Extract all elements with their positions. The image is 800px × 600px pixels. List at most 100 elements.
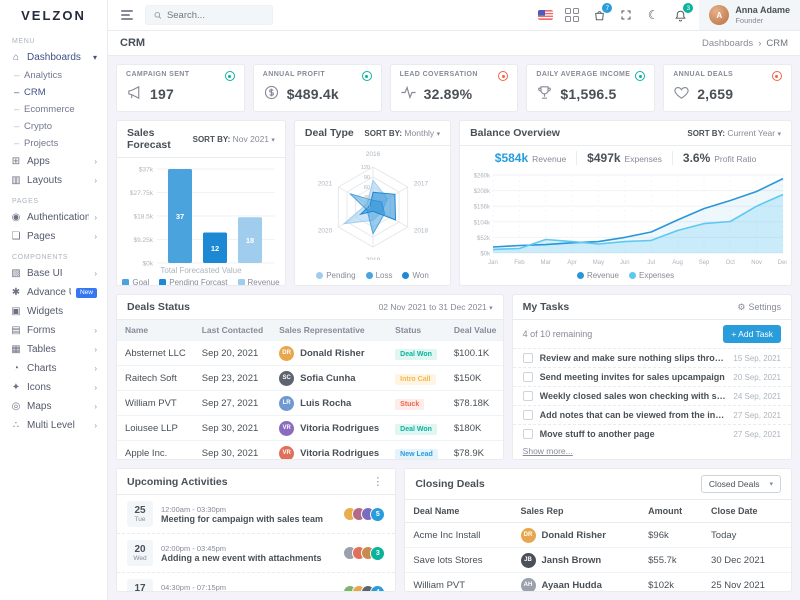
sidebar-item-maps[interactable]: ◎Maps› — [0, 397, 107, 416]
deal-name-cell: Loiusee LLP — [117, 416, 194, 441]
trend-up-icon — [225, 71, 235, 81]
breadcrumb-current: CRM — [766, 38, 788, 49]
rep-name: Donald Risher — [542, 530, 606, 541]
deal-type-sort-dropdown[interactable]: SORT BY: Monthly ▾ — [364, 128, 440, 138]
closed-deals-select[interactable]: Closed Deals▾ — [701, 475, 781, 493]
my-tasks-card: My Tasks ⚙ Settings 4 of 10 remaining + … — [512, 294, 792, 460]
sidebar-item-layouts[interactable]: ▥Layouts› — [0, 171, 107, 190]
breadcrumb-parent[interactable]: Dashboards — [702, 38, 753, 49]
sidebar-item-charts[interactable]: ◔Charts› — [0, 359, 107, 378]
table-row: William PVTSep 27, 2021LRLuis RochaStuck… — [117, 391, 504, 416]
cart-badge: 7 — [602, 3, 612, 13]
bottom-row: Upcoming Activities ⋮ 25Tue12:00am - 03:… — [116, 468, 792, 592]
charts-icon: ◔ — [10, 363, 22, 374]
cart-icon[interactable]: 7 — [591, 7, 607, 23]
show-more-link[interactable]: Show more... — [513, 443, 791, 460]
task-checkbox[interactable] — [523, 353, 533, 363]
deal-name-cell: William PVT — [405, 573, 512, 593]
table-row: William PVTAHAyaan Hudda$102k25 Nov 2021 — [405, 573, 791, 593]
balance-overview-legend: Revenue Expenses — [460, 268, 791, 285]
deal-name-cell: William PVT — [117, 391, 194, 416]
legend-item-loss[interactable]: Loss — [366, 271, 393, 280]
sidebar-item-advance-ui[interactable]: ✱Advance UINew — [0, 283, 107, 302]
task-checkbox[interactable] — [523, 429, 533, 439]
svg-text:90: 90 — [363, 175, 369, 181]
task-text: Send meeting invites for sales upcampaig… — [540, 372, 727, 382]
legend-item-revenue[interactable]: Revenue — [577, 271, 619, 280]
svg-text:2019: 2019 — [365, 257, 380, 260]
expenses-kpi-value: $497k — [587, 151, 620, 165]
sidebar-item-authentication[interactable]: ◉Authentication› — [0, 208, 107, 227]
task-date: 27 Sep, 2021 — [733, 411, 781, 420]
sidebar-subitem-projects[interactable]: Projects — [0, 135, 107, 152]
legend-item-pending[interactable]: Pending — [316, 271, 355, 280]
user-menu[interactable]: A Anna Adame Founder — [699, 0, 800, 30]
task-checkbox[interactable] — [523, 372, 533, 382]
svg-text:$260k: $260k — [473, 174, 490, 180]
legend-item-pending-forcast[interactable]: Pending Forcast — [159, 278, 227, 286]
search-input[interactable] — [167, 10, 264, 21]
deal-type-card: Deal Type SORT BY: Monthly ▾ 03060901202… — [294, 120, 451, 286]
dollar-circle-icon — [263, 84, 280, 104]
legend-item-goal[interactable]: Goal — [122, 278, 149, 286]
kebab-menu-icon[interactable]: ⋮ — [370, 475, 385, 488]
legend-item-revenue[interactable]: Revenue — [238, 278, 280, 286]
tasks-settings-button[interactable]: ⚙ Settings — [737, 302, 781, 313]
hamburger-menu-icon[interactable] — [118, 7, 136, 23]
sidebar-item-label: Apps — [27, 156, 89, 167]
deals-status-date-range[interactable]: 02 Nov 2021 to 31 Dec 2021 ▾ — [379, 302, 493, 312]
sidebar-item-tables[interactable]: ▦Tables› — [0, 340, 107, 359]
activity-date-box: 17Wed — [127, 579, 153, 592]
column-header-status: Status — [387, 320, 446, 341]
sales-forecast-sort-dropdown[interactable]: SORT BY: Nov 2021 ▾ — [193, 134, 275, 144]
add-task-button[interactable]: + Add Task — [723, 325, 781, 343]
sidebar-item-dashboards[interactable]: ⌂Dashboards▾ — [0, 48, 107, 67]
column-header-amount: Amount — [640, 500, 703, 523]
balance-overview-sort-dropdown[interactable]: SORT BY: Current Year ▾ — [687, 128, 781, 138]
main-column: 7 ☾ 3 A Anna Adame Founder — [108, 0, 800, 600]
dark-mode-moon-icon[interactable]: ☾ — [645, 7, 661, 23]
legend-item-expenses[interactable]: Expenses — [629, 271, 674, 280]
language-flag-icon[interactable] — [537, 7, 553, 23]
velzon-logo[interactable]: VELZON — [0, 0, 107, 30]
activity-avatars: 5 — [348, 507, 385, 522]
stat-value: $489.4k — [287, 86, 339, 102]
sidebar-section-heading: PAGES — [0, 190, 107, 208]
deal-name-cell: Acme Inc Install — [405, 523, 512, 548]
task-checkbox[interactable] — [523, 391, 533, 401]
last-contacted-cell: Sep 30, 2021 — [194, 416, 271, 441]
chevron-right-icon: › — [94, 326, 97, 335]
sidebar-item-label: Authentication — [27, 212, 89, 223]
activity-day: 20 — [134, 544, 145, 555]
column-header-sales-representative: Sales Representative — [271, 320, 387, 341]
sidebar-item-apps[interactable]: ⊞Apps› — [0, 152, 107, 171]
breadcrumb-separator: › — [758, 38, 761, 49]
sidebar-subitem-ecommerce[interactable]: Ecommerce — [0, 101, 107, 118]
closing-deals-card: Closing Deals Closed Deals▾ Deal NameSal… — [404, 468, 792, 592]
notifications-bell-icon[interactable]: 3 — [672, 7, 688, 23]
sidebar-subitem-crm[interactable]: CRM — [0, 84, 107, 101]
search-box[interactable] — [145, 5, 273, 25]
sidebar-item-forms[interactable]: ▤Forms› — [0, 321, 107, 340]
app-root: VELZON MENU⌂Dashboards▾AnalyticsCRMEcomm… — [0, 0, 800, 600]
deal-value-cell: $100.1K — [446, 341, 504, 366]
sidebar-subitem-crypto[interactable]: Crypto — [0, 118, 107, 135]
sales-forecast-chart: $0k$9.25k$18.5k$27.75k$37k371218 — [117, 158, 285, 266]
sidebar-item-label: Forms — [27, 325, 89, 336]
legend-item-won[interactable]: Won — [402, 271, 428, 280]
amount-cell: $102k — [640, 573, 703, 593]
column-header-close-date: Close Date — [703, 500, 791, 523]
pulse-icon — [400, 84, 417, 104]
sidebar-item-widgets[interactable]: ▣Widgets — [0, 302, 107, 321]
sidebar-subitem-analytics[interactable]: Analytics — [0, 67, 107, 84]
sidebar-item-pages[interactable]: ❏Pages› — [0, 227, 107, 246]
sidebar-item-multi-level[interactable]: ∴Multi Level› — [0, 416, 107, 435]
task-checkbox[interactable] — [523, 410, 533, 420]
sidebar-item-icons[interactable]: ✦Icons› — [0, 378, 107, 397]
rep-name: Vitoria Rodrigues — [300, 448, 379, 459]
sidebar-item-base-ui[interactable]: ▧Base UI› — [0, 264, 107, 283]
apps-grid-icon[interactable] — [564, 7, 580, 23]
fullscreen-icon[interactable] — [618, 7, 634, 23]
new-badge: New — [76, 288, 97, 298]
chevron-right-icon: › — [94, 157, 97, 166]
